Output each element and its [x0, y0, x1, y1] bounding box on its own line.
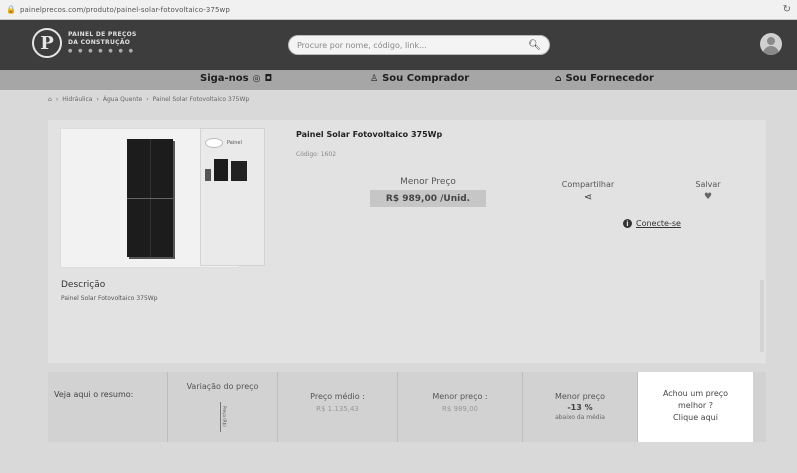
info-icon: i [623, 219, 632, 228]
price-value: R$ 989,00 /Unid. [370, 190, 486, 207]
thumbnail-item[interactable] [214, 159, 228, 181]
nav-buyer-label: Sou Comprador [382, 73, 470, 84]
breadcrumb: ⌂ › Hidráulica › Água Quente › Painel So… [48, 96, 249, 103]
save-label: Salvar [695, 180, 721, 189]
action-line3: Clique aqui [673, 413, 718, 422]
connect-link-label[interactable]: Conecte-se [636, 219, 681, 228]
price-summary: Veja aqui o resumo: Variação do preço Pr… [48, 372, 766, 442]
summary-intro: Veja aqui o resumo: [48, 372, 168, 442]
lock-icon: 🔒 [6, 5, 16, 14]
description-label: Descrição [61, 280, 106, 290]
variation-label: Variação do preço [186, 382, 259, 391]
store-icon: ⌂ [555, 73, 562, 84]
breadcrumb-separator: › [55, 96, 59, 103]
logo-mark-icon: P [32, 28, 62, 58]
share-label: Compartilhar [561, 180, 615, 189]
search-bar: 🔍︎ [288, 35, 550, 55]
share-icon: ⋖ [583, 192, 593, 203]
thumbnail-item[interactable] [231, 161, 247, 181]
variation-chart-axis [220, 402, 221, 432]
thumbnail-row [205, 159, 247, 181]
share-button[interactable]: Compartilhar ⋖ [548, 180, 628, 203]
nav-follow: Siga-nos ◎ ◘ [200, 73, 272, 84]
logo-dots: ● ● ● ● ● ● ● [68, 48, 135, 54]
product-thumbnails: Painel [200, 128, 265, 266]
summary-percent-below: Menor preço -13 % abaixo da média [523, 372, 638, 442]
average-price-label: Preço médio : [310, 392, 365, 401]
summary-average-price: Preço médio : R$ 1.135,43 [278, 372, 398, 442]
price-label: Menor Preço [400, 177, 456, 187]
thumbnail-caption: Painel [227, 140, 242, 146]
percent-value: -13 % [567, 403, 593, 412]
instagram-icon[interactable]: ◎ [253, 74, 261, 84]
logo-line1: PAINEL DE PREÇOS [68, 31, 137, 38]
nav-supplier-label: Sou Fornecedor [565, 73, 654, 84]
description-text: Painel Solar Fotovoltaico 375Wp [61, 295, 158, 302]
url-text[interactable]: painelprecos.com/produto/painel-solar-fo… [20, 6, 230, 14]
logo-text: PAINEL DE PREÇOS DA CONSTRUÇÃO ● ● ● ● ●… [68, 31, 137, 55]
percent-label: Menor preço [554, 392, 606, 401]
breadcrumb-item[interactable]: Hidráulica [62, 96, 92, 103]
user-avatar[interactable] [760, 33, 782, 55]
summary-lowest-price: Menor preço : R$ 989,00 [398, 372, 523, 442]
reload-icon[interactable]: ↻ [783, 4, 791, 15]
thumbnail-item[interactable]: Painel [205, 133, 262, 153]
nav-buyer[interactable]: ♙ Sou Comprador [370, 73, 469, 84]
facebook-icon[interactable]: ◘ [265, 74, 273, 84]
person-icon: ♙ [370, 73, 379, 84]
breadcrumb-item-current: Painel Solar Fotovoltaico 375Wp [152, 96, 250, 103]
site-logo[interactable]: P PAINEL DE PREÇOS DA CONSTRUÇÃO ● ● ● ●… [32, 28, 137, 58]
lowest-price-value: R$ 989,00 [441, 405, 479, 413]
action-line2: melhor ? [678, 401, 713, 410]
nav-bar: Siga-nos ◎ ◘ ♙ Sou Comprador ⌂ Sou Forne… [0, 70, 797, 90]
description-scrollbar[interactable] [760, 280, 764, 352]
variation-axis-label: Preço (R$) [222, 406, 227, 427]
connect-link[interactable]: i Conecte-se [623, 219, 681, 228]
solar-panel-image [127, 139, 173, 257]
save-button[interactable]: Salvar ♥ [688, 180, 728, 202]
thumbnail-item[interactable] [205, 169, 211, 181]
breadcrumb-item[interactable]: Água Quente [103, 96, 142, 103]
site-header: P PAINEL DE PREÇOS DA CONSTRUÇÃO ● ● ● ●… [0, 20, 797, 70]
product-title: Painel Solar Fotovoltaico 375Wp [296, 130, 443, 139]
product-panel: Painel Painel Solar Fotovoltaico 375Wp C… [48, 120, 766, 363]
nav-follow-label: Siga-nos [200, 73, 249, 84]
home-icon[interactable]: ⌂ [48, 96, 52, 103]
percent-subtext: abaixo da média [555, 414, 605, 421]
summary-price-variation: Variação do preço Preço (R$) [168, 372, 278, 442]
lowest-price-label: Menor preço : [432, 392, 488, 401]
heart-icon: ♥ [703, 192, 713, 202]
search-input[interactable] [297, 40, 529, 50]
report-better-price-button[interactable]: Achou um preço melhor ? Clique aqui [638, 372, 753, 442]
nav-supplier[interactable]: ⌂ Sou Fornecedor [555, 73, 654, 84]
breadcrumb-separator: › [146, 96, 149, 103]
search-icon[interactable]: 🔍︎ [528, 40, 541, 51]
thumbnail-bubble [205, 138, 223, 148]
breadcrumb-separator: › [96, 96, 99, 103]
logo-line2: DA CONSTRUÇÃO [68, 39, 131, 46]
action-line1: Achou um preço [662, 389, 729, 398]
browser-address-bar: 🔒 painelprecos.com/produto/painel-solar-… [0, 0, 797, 20]
product-code: Código: 1602 [296, 151, 337, 158]
average-price-value: R$ 1.135,43 [316, 405, 359, 413]
